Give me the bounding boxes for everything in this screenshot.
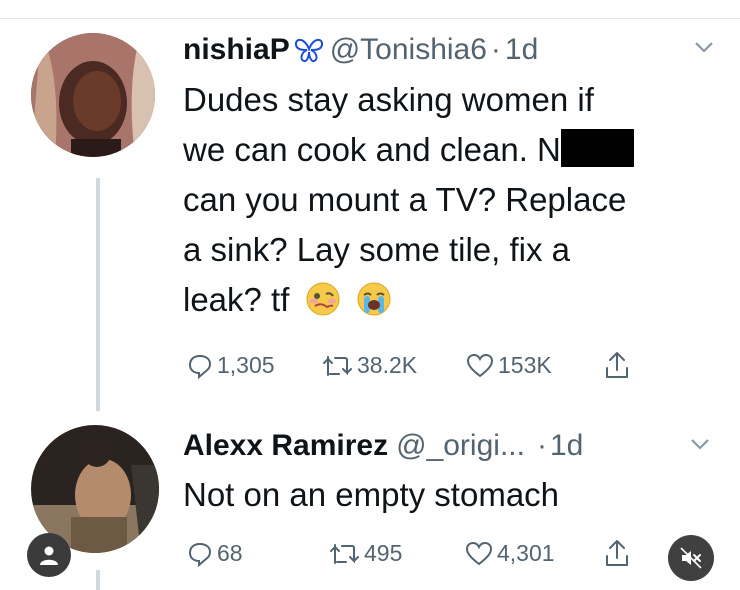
profile-button[interactable] <box>27 533 71 577</box>
like-button[interactable]: 153K <box>466 352 552 379</box>
display-name[interactable]: Alexx Ramirez <box>183 429 388 463</box>
share-button[interactable] <box>604 538 630 568</box>
reply-icon <box>187 541 213 567</box>
retweet-count: 495 <box>364 540 403 566</box>
profile-icon <box>38 544 60 566</box>
retweet-count: 38.2K <box>357 352 418 378</box>
chevron-down-icon[interactable] <box>690 437 710 456</box>
like-button[interactable]: 4,301 <box>465 540 555 567</box>
tweet-line: Dudes stay asking women if <box>183 81 594 118</box>
tweet1-text: Dudes stay asking women if we can cook a… <box>183 75 723 331</box>
reply-button[interactable]: 68 <box>187 540 243 567</box>
retweet-button[interactable]: 495 <box>328 540 402 567</box>
thread-line <box>96 570 100 590</box>
retweet-button[interactable]: 38.2K <box>321 352 417 379</box>
like-count: 153K <box>498 352 552 378</box>
reply-icon <box>187 353 213 379</box>
retweet-icon <box>321 353 353 379</box>
tweet-line: leak? tf <box>183 275 723 331</box>
tweet2-actions: 68 495 4,301 <box>183 538 683 574</box>
redaction-bar <box>560 129 634 167</box>
like-count: 4,301 <box>497 540 555 566</box>
reply-button[interactable]: 1,305 <box>187 352 275 379</box>
butterfly-icon <box>294 37 324 63</box>
tweet1-actions: 1,305 38.2K 153K <box>183 348 683 384</box>
avatar-nishiap[interactable] <box>31 33 155 157</box>
muted-speaker-icon <box>679 546 703 570</box>
thread-line <box>96 178 100 411</box>
display-name[interactable]: nishiaP <box>183 33 290 67</box>
separator-dot: · <box>490 33 501 66</box>
timestamp[interactable]: 1d <box>505 33 538 67</box>
chevron-down-icon[interactable] <box>694 40 714 59</box>
tweet-line: we can cook and clean. N <box>183 125 723 175</box>
tweet1-header: nishiaP @Tonishia6 · 1d <box>183 30 538 70</box>
woozy-face-icon <box>305 281 341 331</box>
share-button[interactable] <box>604 350 630 380</box>
timestamp[interactable]: 1d <box>550 429 583 463</box>
share-icon <box>604 538 630 568</box>
loudly-crying-face-icon <box>356 281 392 331</box>
mute-button[interactable] <box>668 535 714 581</box>
heart-icon <box>466 353 494 379</box>
tweet2-header: Alexx Ramirez @_origi... · 1d <box>183 426 583 466</box>
separator-dot: · <box>536 429 547 462</box>
top-divider <box>0 18 740 19</box>
share-icon <box>604 350 630 380</box>
tweet-line: can you mount a TV? Replace <box>183 181 627 218</box>
tweet-line: a sink? Lay some tile, fix a <box>183 231 571 268</box>
user-handle[interactable]: @Tonishia6 <box>330 33 487 67</box>
user-handle[interactable]: @_origi... <box>396 429 525 463</box>
heart-icon <box>465 541 493 567</box>
reply-count: 68 <box>217 540 243 566</box>
retweet-icon <box>328 541 360 567</box>
tweet2-text: Not on an empty stomach <box>183 476 560 513</box>
reply-count: 1,305 <box>217 352 275 378</box>
